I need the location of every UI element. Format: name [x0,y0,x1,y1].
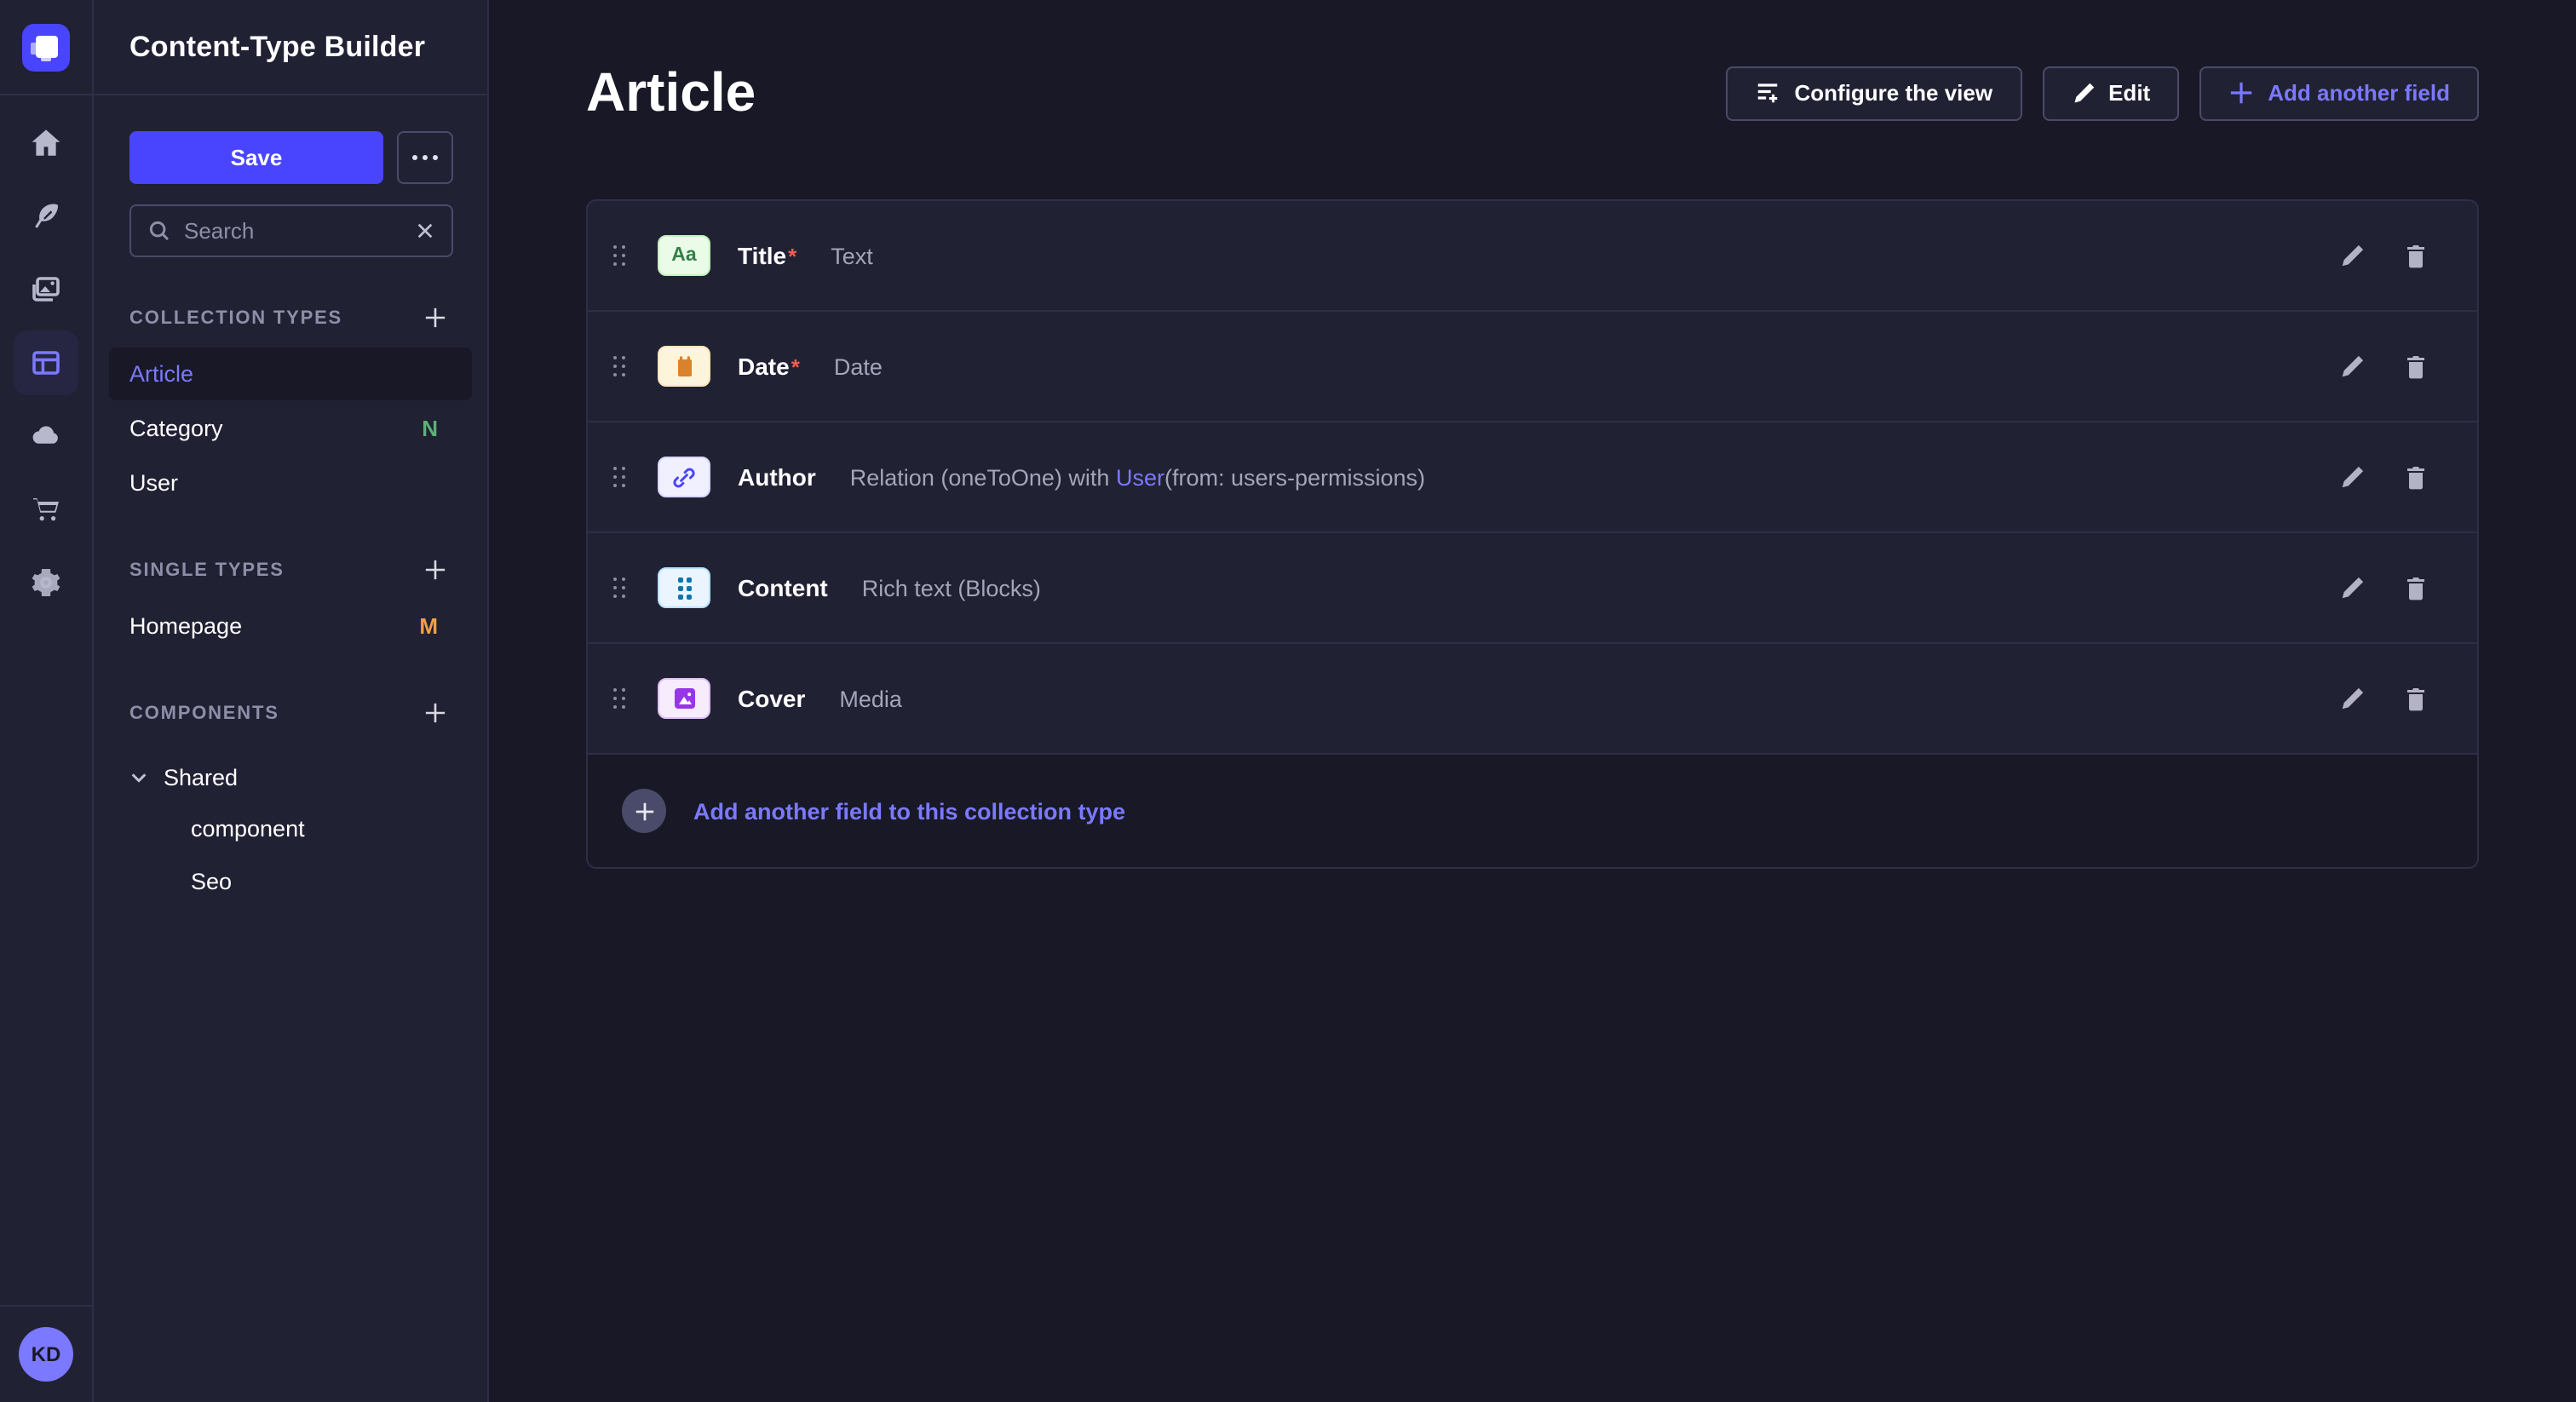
app-root: KD Content-Type Builder Save [0,0,2576,1402]
drag-handle-icon[interactable] [607,348,634,384]
save-button[interactable]: Save [129,131,383,184]
drag-handle-icon[interactable] [607,238,634,273]
edit-field-icon[interactable] [2327,675,2375,722]
add-another-field-button[interactable]: Add another field [2199,66,2479,120]
sidebar-item-seo[interactable]: Seo [129,855,453,908]
sidebar-item-user[interactable]: User [109,457,472,509]
field-row-cover: Cover Media [588,644,2477,755]
content-type-builder-icon[interactable] [14,330,78,395]
field-row-content: Content Rich text (Blocks) [588,533,2477,644]
field-row-title: Aa Title* Text [588,201,2477,312]
field-type: Rich text (Blocks) [862,575,1041,600]
field-type: Relation (oneToOne) with User(from: user… [850,464,1425,490]
configure-view-icon [1756,80,1781,106]
search-icon [148,220,170,242]
collection-types-section: COLLECTION TYPES Article Category N User [129,303,453,509]
feather-icon[interactable] [14,184,78,249]
component-group-shared[interactable]: Shared [129,751,453,802]
search-box [129,204,453,257]
field-type: Text [831,243,873,268]
add-single-type-icon[interactable] [421,555,450,584]
sidebar-item-category[interactable]: Category N [109,402,472,455]
user-avatar[interactable]: KD [19,1327,73,1382]
single-types-section: SINGLE TYPES Homepage M [129,555,453,652]
relation-target-link[interactable]: User [1116,464,1164,490]
collection-types-label: COLLECTION TYPES [129,307,342,328]
delete-field-icon[interactable] [2392,675,2440,722]
edit-field-icon[interactable] [2327,564,2375,612]
sidebar-title: Content-Type Builder [129,30,425,64]
more-options-button[interactable] [397,131,453,184]
delete-field-icon[interactable] [2392,342,2440,390]
media-library-icon[interactable] [14,257,78,322]
chevron-down-icon [129,767,148,786]
rail-user-area: KD [0,1305,92,1402]
edit-field-icon[interactable] [2327,232,2375,279]
delete-field-icon[interactable] [2392,564,2440,612]
media-field-icon [658,678,710,719]
drag-handle-icon[interactable] [607,459,634,495]
main-content: Article Configure the view Edit [489,0,2576,1402]
home-icon[interactable] [14,111,78,175]
search-clear-icon[interactable] [416,221,434,240]
add-collection-type-icon[interactable] [421,303,450,332]
cloud-icon[interactable] [14,404,78,468]
add-component-icon[interactable] [421,698,450,727]
sidebar-item-article[interactable]: Article [109,348,472,400]
page-title: Article [586,61,756,124]
field-row-date: Date* Date [588,312,2477,422]
search-input[interactable] [184,218,402,244]
field-type: Date [834,353,883,379]
category-badge: N [422,416,438,441]
configure-view-button[interactable]: Configure the view [1727,66,2022,120]
components-label: COMPONENTS [129,703,279,723]
content-type-builder-sidebar: Content-Type Builder Save COLLECTION TYP… [94,0,489,1402]
single-types-label: SINGLE TYPES [129,560,285,580]
nav-rail: KD [0,0,94,1402]
relation-field-icon [658,457,710,497]
edit-button[interactable]: Edit [2042,66,2179,120]
add-field-footer-button[interactable]: Add another field to this collection typ… [588,755,2477,867]
add-field-footer-label: Add another field to this collection typ… [693,798,1125,824]
edit-pencil-icon [2071,81,2095,105]
sidebar-item-homepage[interactable]: Homepage M [109,600,472,652]
delete-field-icon[interactable] [2392,453,2440,501]
delete-field-icon[interactable] [2392,232,2440,279]
plus-circle-icon [622,789,666,833]
drag-handle-icon[interactable] [607,681,634,716]
edit-field-icon[interactable] [2327,453,2375,501]
sidebar-item-component[interactable]: component [129,802,453,855]
components-section: COMPONENTS Shared component Seo [129,698,453,908]
field-row-author: Author Relation (oneToOne) with User(fro… [588,422,2477,533]
field-type: Media [839,686,902,711]
drag-handle-icon[interactable] [607,570,634,606]
plus-icon [2228,80,2254,106]
sidebar-header: Content-Type Builder [94,0,487,95]
strapi-logo-icon[interactable] [22,23,70,71]
marketplace-cart-icon[interactable] [14,477,78,542]
rail-nav [0,95,92,1305]
edit-field-icon[interactable] [2327,342,2375,390]
text-field-icon: Aa [658,235,710,276]
fields-list: Aa Title* Text Date [586,199,2479,869]
homepage-badge: M [419,613,438,639]
settings-gear-icon[interactable] [14,550,78,615]
date-field-icon [658,346,710,387]
blocks-field-icon [658,567,710,608]
rail-logo-area [0,0,92,95]
